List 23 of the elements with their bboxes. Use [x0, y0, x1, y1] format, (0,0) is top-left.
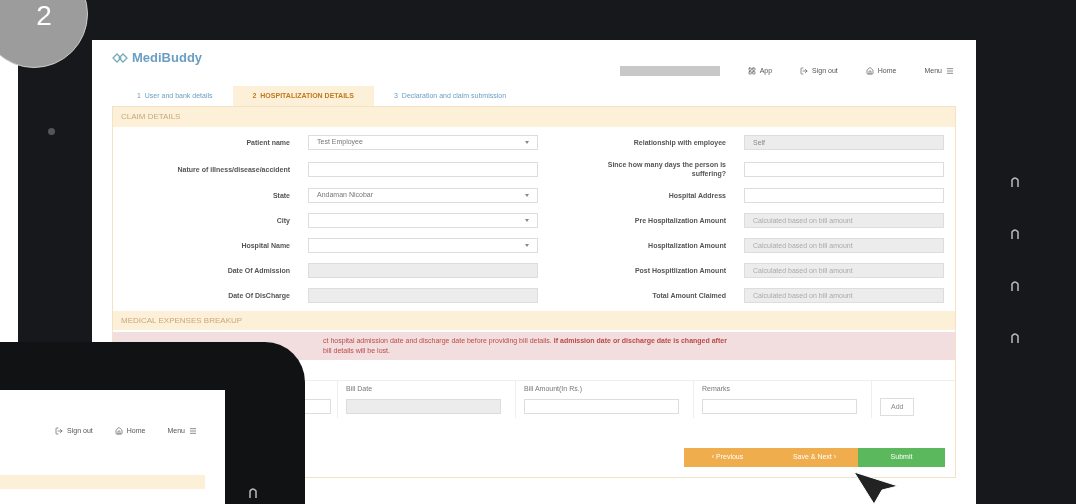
- grid-icon: [747, 66, 756, 75]
- home-key-icon: [1010, 227, 1020, 241]
- logo-icon: [112, 51, 128, 64]
- dropdown-icon: [525, 194, 529, 197]
- search-key-icon: [1010, 279, 1020, 293]
- back-key-icon: [248, 486, 258, 500]
- sign-out-icon: [55, 427, 64, 436]
- section-header: MEDICAL EXPENSES BREAKUP: [113, 311, 955, 330]
- section-header: CLAIM DETAILS: [113, 107, 955, 127]
- menu-key-icon: [1010, 331, 1020, 345]
- logo-text: MediBuddy: [132, 49, 203, 67]
- select-field[interactable]: [308, 238, 538, 253]
- dropdown-icon: [525, 244, 529, 247]
- camera-icon: [48, 128, 55, 135]
- menu-icon: [946, 66, 954, 75]
- dropdown-icon: [525, 219, 529, 222]
- home-icon: [865, 66, 874, 75]
- home-icon: [114, 427, 123, 436]
- menu-icon: [189, 427, 197, 436]
- back-key-icon: [1010, 175, 1020, 189]
- sign-out-icon: [800, 66, 809, 75]
- dropdown-icon: [525, 141, 529, 144]
- select-field[interactable]: [308, 213, 538, 228]
